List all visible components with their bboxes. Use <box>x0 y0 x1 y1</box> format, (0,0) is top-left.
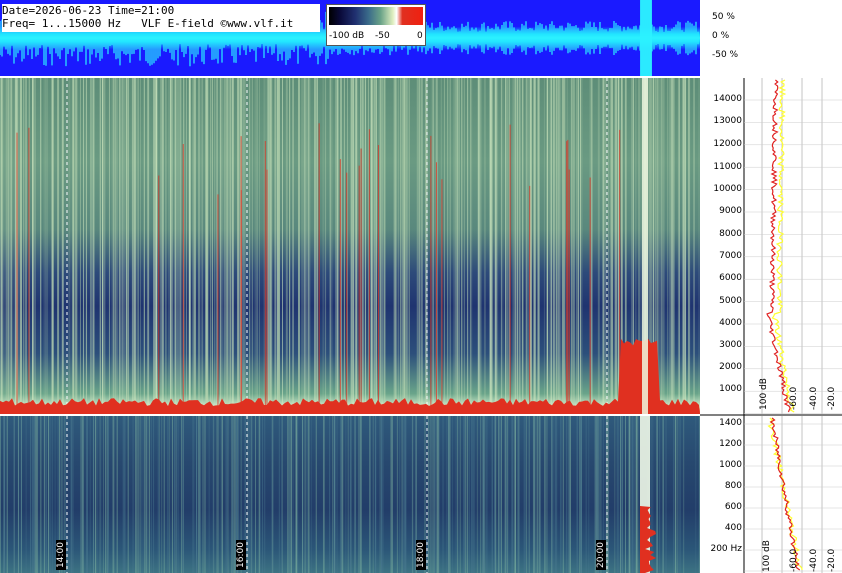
db-label-main: -60.0 <box>789 386 799 410</box>
colorbar-label-max: 0 <box>417 31 423 41</box>
freq-tick: 10000 <box>713 184 742 194</box>
freq-tick: 11000 <box>713 162 742 172</box>
amp-tick-minus50: -50 % <box>712 50 739 60</box>
freq-scale-low: 1400 1200 1000 800 600 400 200 Hz <box>700 416 744 573</box>
freq-tick: 9000 <box>719 206 742 216</box>
freq-tick: 400 <box>724 523 742 533</box>
db-label-low: 100 dB <box>762 540 772 572</box>
time-label-18: 18:00 <box>416 540 426 570</box>
db-label-low: -60.0 <box>789 548 799 572</box>
time-label-16: 16:00 <box>236 540 246 570</box>
freq-tick: 5000 <box>719 296 742 306</box>
freq-scale-main: 14000 13000 12000 11000 10000 9000 8000 … <box>700 78 744 414</box>
spectrogram-main-lines <box>0 78 700 414</box>
freq-tick: 12000 <box>713 139 742 149</box>
colorbar-label-mid: -50 <box>375 31 390 41</box>
freq-tick: 800 <box>724 481 742 491</box>
freq-tick: 1000 <box>719 384 742 394</box>
freq-tick: 13000 <box>713 116 742 126</box>
freq-tick: 6000 <box>719 273 742 283</box>
freq-tick: 4000 <box>719 318 742 328</box>
freq-tick: 3000 <box>719 340 742 350</box>
db-label-low: -20.0 <box>827 548 837 572</box>
time-label-20: 20:00 <box>596 540 606 570</box>
colorbar-legend: -100 dB -50 0 <box>326 4 426 46</box>
date-time-label: Date=2026-06-23 Time=21:00 <box>2 4 175 17</box>
db-label-low: -40.0 <box>809 548 819 572</box>
spectrogram-low-lines <box>0 416 700 573</box>
freq-tick: 1000 <box>719 460 742 470</box>
db-label-main: -20.0 <box>827 386 837 410</box>
info-box: Date=2026-06-23 Time=21:00 Freq= 1...150… <box>2 4 320 32</box>
frequency-label: Freq= 1...15000 Hz VLF E-field ©www.vlf.… <box>2 17 294 30</box>
amp-tick-50: 50 % <box>712 12 735 22</box>
freq-tick: 14000 <box>713 94 742 104</box>
time-label-14: 14:00 <box>56 540 66 570</box>
freq-tick: 2000 <box>719 362 742 372</box>
freq-tick: 600 <box>724 502 742 512</box>
freq-tick: 200 Hz <box>710 544 742 554</box>
freq-tick: 7000 <box>719 251 742 261</box>
db-label-main: -40.0 <box>809 386 819 410</box>
freq-tick: 8000 <box>719 229 742 239</box>
freq-tick: 1400 <box>719 418 742 428</box>
amp-tick-0: 0 % <box>712 31 730 41</box>
colorbar-gradient <box>329 7 423 25</box>
spectrogram-window: Date=2026-06-23 Time=21:00 Freq= 1...150… <box>0 0 842 573</box>
db-label-main: 100 dB <box>759 378 769 410</box>
colorbar-label-min: -100 dB <box>329 31 365 41</box>
freq-tick: 1200 <box>719 439 742 449</box>
